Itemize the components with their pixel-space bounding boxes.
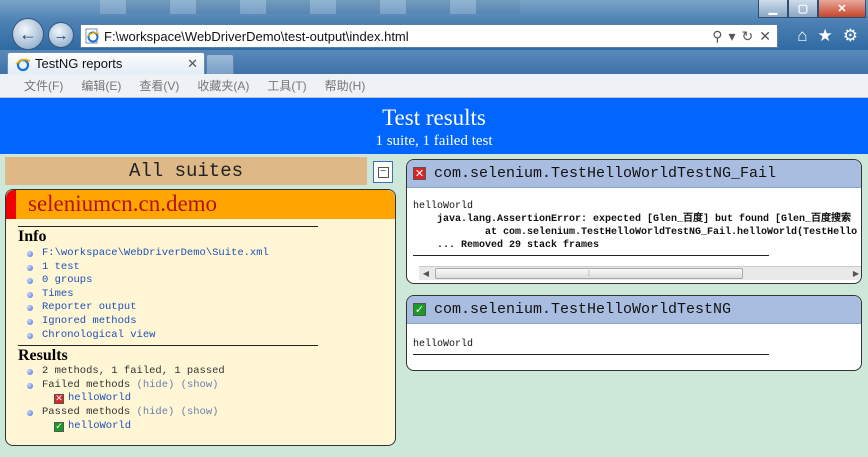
info-heading: Info (18, 228, 47, 245)
tools-gear-icon[interactable]: ⚙ (843, 26, 858, 46)
passed-test-panel: ✓ com.selenium.TestHelloWorldTestNG hell… (406, 295, 862, 371)
address-bar[interactable]: F:\workspace\WebDriverDemo\test-output\i… (80, 24, 778, 48)
menu-bar: 文件(F) 编辑(E) 查看(V) 收藏夹(A) 工具(T) 帮助(H) (0, 74, 868, 98)
info-reporter-output-link[interactable]: Reporter output (27, 301, 395, 315)
failed-show-link[interactable]: (show) (181, 379, 219, 391)
dropdown-icon[interactable]: ▾ (729, 28, 736, 45)
divider (413, 354, 769, 355)
collapse-icon: − (377, 166, 389, 178)
window-titlebar: ← → F:\workspace\WebDriverDemo\test-outp… (0, 0, 868, 50)
failed-test-header: ✕ com.selenium.TestHelloWorldTestNG_Fail (407, 160, 861, 188)
info-chronological-view-link[interactable]: Chronological view (27, 329, 395, 343)
passed-test-output: helloWorld (407, 324, 861, 351)
tab-label: TestNG reports (35, 56, 123, 71)
fail-x-icon: ✕ (54, 394, 64, 405)
tab-close-icon[interactable]: ✕ (187, 56, 204, 72)
horizontal-scrollbar[interactable]: ◀ ⁞ ▶ (419, 266, 861, 280)
page-title: Test results (382, 105, 486, 130)
failed-output-line: helloWorld (413, 201, 474, 212)
results-summary: 2 methods, 1 failed, 1 passed (27, 365, 395, 379)
menu-file[interactable]: 文件(F) (24, 77, 63, 94)
failed-methods-item: Failed methods (hide) (show) ✕ helloWorld (27, 378, 395, 406)
passed-test-header: ✓ com.selenium.TestHelloWorldTestNG (407, 296, 861, 324)
info-tests-link[interactable]: 1 test (27, 261, 395, 275)
minimize-button[interactable]: ▁ (758, 0, 788, 18)
passed-method-link[interactable]: helloWorld (68, 420, 131, 432)
passed-output-line: helloWorld (413, 339, 474, 350)
divider (413, 255, 769, 256)
forward-button[interactable]: → (48, 22, 74, 48)
menu-view[interactable]: 查看(V) (139, 77, 179, 94)
info-suite-xml-link[interactable]: F:\workspace\WebDriverDemo\Suite.xml (27, 247, 395, 261)
passed-test-class: com.selenium.TestHelloWorldTestNG (434, 301, 732, 318)
forward-arrow-icon: → (53, 26, 69, 44)
report-page: Test results 1 suite, 1 failed test All … (0, 98, 868, 457)
stack-trace-line-1: java.lang.AssertionError: expected [Glen… (413, 214, 852, 225)
passed-show-link[interactable]: (show) (181, 406, 219, 418)
failed-method-item[interactable]: ✕ helloWorld (54, 392, 395, 406)
search-icon[interactable]: ⚲ (712, 28, 722, 45)
info-list: F:\workspace\WebDriverDemo\Suite.xml 1 t… (6, 247, 395, 342)
address-text: F:\workspace\WebDriverDemo\test-output\i… (104, 28, 409, 44)
new-tab-button[interactable] (206, 54, 234, 74)
ie-page-icon (85, 28, 100, 44)
home-icon[interactable]: ⌂ (797, 26, 807, 46)
scroll-left-icon[interactable]: ◀ (419, 267, 433, 280)
fail-x-icon: ✕ (413, 167, 426, 180)
page-subtitle: 1 suite, 1 failed test (375, 133, 493, 149)
suites-panel: All suites − seleniumcn.cn.demo Info F:\… (5, 157, 396, 448)
passed-methods-item: Passed methods (hide) (show) ✓ helloWorld (27, 405, 395, 434)
tab-testng-reports[interactable]: TestNG reports ✕ (7, 52, 205, 74)
menu-tools[interactable]: 工具(T) (267, 77, 306, 94)
info-ignored-methods-link[interactable]: Ignored methods (27, 315, 395, 329)
stack-trace-line-2: at com.selenium.TestHelloWorldTestNG_Fai… (413, 227, 858, 238)
failed-hide-link[interactable]: (hide) (137, 379, 175, 391)
stack-trace-line-3: ... Removed 29 stack frames (413, 240, 600, 251)
failed-test-class: com.selenium.TestHelloWorldTestNG_Fail (434, 165, 777, 182)
menu-edit[interactable]: 编辑(E) (81, 77, 121, 94)
info-groups-link[interactable]: 0 groups (27, 274, 395, 288)
suite-name[interactable]: seleniumcn.cn.demo (6, 190, 395, 219)
failed-test-panel: ✕ com.selenium.TestHelloWorldTestNG_Fail… (406, 159, 862, 284)
pass-check-icon: ✓ (413, 303, 426, 316)
scroll-thumb[interactable]: ⁞ (435, 268, 743, 279)
back-arrow-icon: ← (19, 23, 37, 44)
desktop-strip (100, 0, 520, 14)
menu-favorites[interactable]: 收藏夹(A) (197, 77, 249, 94)
scroll-right-icon[interactable]: ▶ (849, 267, 861, 280)
results-list: 2 methods, 1 failed, 1 passed Failed met… (6, 365, 395, 433)
failed-method-link[interactable]: helloWorld (68, 392, 131, 404)
refresh-icon[interactable]: ↻ (742, 28, 754, 45)
close-window-button[interactable]: ✕ (818, 0, 866, 18)
collapse-all-button[interactable]: − (373, 161, 393, 183)
divider (18, 345, 318, 347)
failed-methods-label: Failed methods (42, 378, 131, 391)
stop-icon[interactable]: ✕ (759, 28, 771, 45)
info-times-link[interactable]: Times (27, 288, 395, 302)
passed-methods-label: Passed methods (42, 405, 131, 418)
results-heading: Results (18, 347, 68, 365)
maximize-button[interactable]: ▢ (788, 0, 818, 18)
tab-bar: TestNG reports ✕ (0, 50, 868, 74)
ie-tab-icon (15, 58, 31, 71)
all-suites-header: All suites (5, 157, 367, 185)
passed-method-item[interactable]: ✓ helloWorld (54, 420, 395, 434)
suite-box: seleniumcn.cn.demo Info F:\workspace\Web… (5, 189, 396, 446)
failed-test-output: helloWorld java.lang.AssertionError: exp… (407, 188, 861, 252)
favorites-star-icon[interactable]: ★ (818, 26, 833, 46)
back-button[interactable]: ← (12, 18, 44, 50)
pass-check-icon: ✓ (54, 421, 64, 432)
divider (18, 226, 318, 227)
results-banner: Test results 1 suite, 1 failed test (0, 98, 868, 154)
passed-hide-link[interactable]: (hide) (137, 406, 175, 418)
menu-help[interactable]: 帮助(H) (325, 77, 366, 94)
